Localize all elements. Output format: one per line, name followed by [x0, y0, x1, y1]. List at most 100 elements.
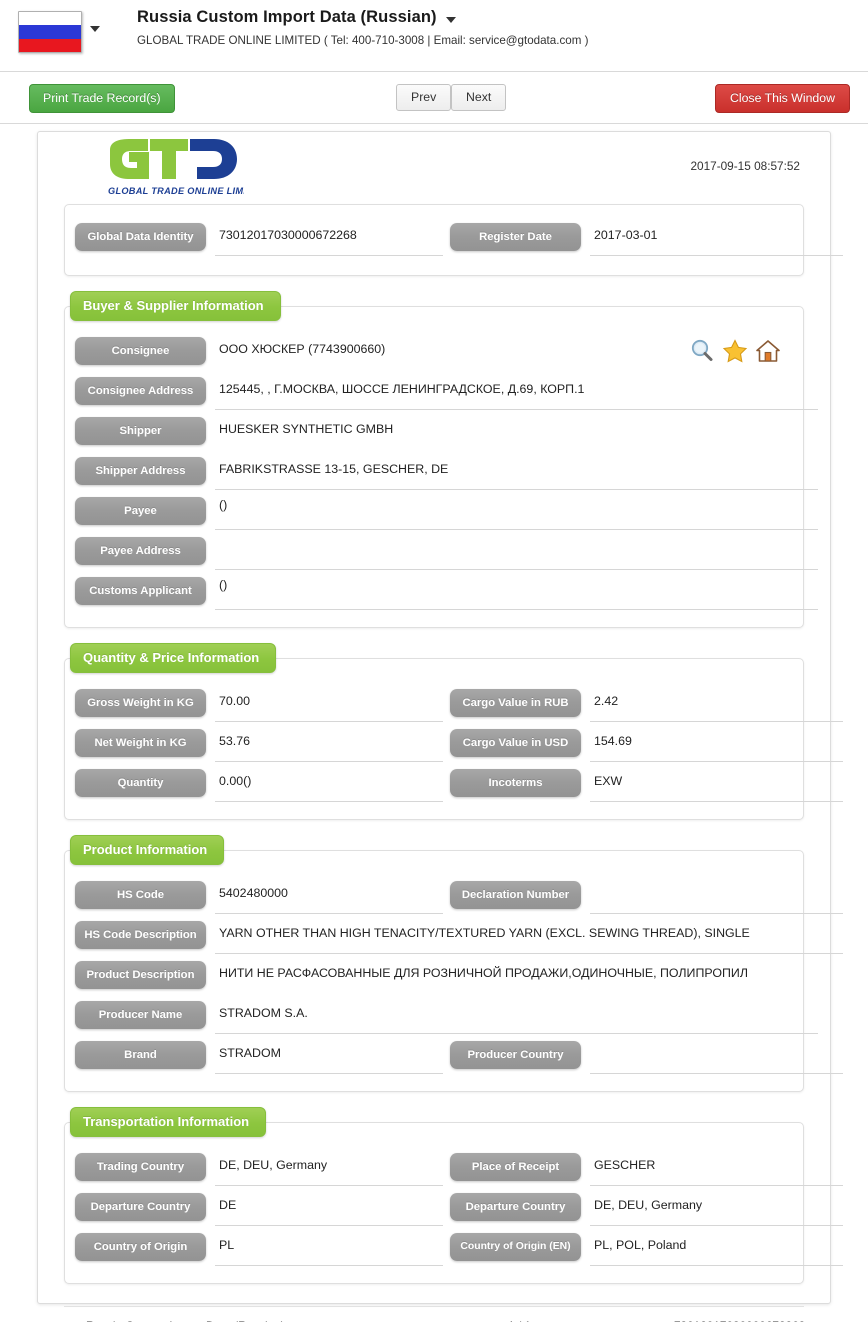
field-row-consignee: Consignee OOO ХЮСКЕР (7743900660)	[65, 333, 803, 373]
field-value: EXW	[590, 765, 843, 802]
field-label[interactable]: Shipper	[75, 417, 206, 445]
field-label[interactable]: Country of Origin	[75, 1233, 206, 1261]
field-label[interactable]: Declaration Number	[450, 881, 581, 909]
field-value: ()	[215, 493, 818, 530]
logo-tagline: GLOBAL TRADE ONLINE LIMITED	[108, 186, 244, 196]
field-label[interactable]: Trading Country	[75, 1153, 206, 1181]
field-label[interactable]: Quantity	[75, 769, 206, 797]
field-row-payee: Payee ()	[65, 493, 818, 533]
consignee-action-icons	[689, 338, 781, 364]
app-header: Russia Custom Import Data (Russian) GLOB…	[0, 0, 868, 72]
search-icon[interactable]	[689, 338, 715, 364]
field-value: 53.76	[215, 725, 443, 762]
field-value	[590, 1037, 843, 1074]
field-row-hs-code-description: HS Code Description YARN OTHER THAN HIGH…	[65, 917, 843, 957]
field-row-consignee-address: Consignee Address 125445, , Г.МОСКВА, ШО…	[65, 373, 818, 413]
print-trade-records-button[interactable]: Print Trade Record(s)	[29, 84, 175, 113]
field-label[interactable]: Departure Country	[75, 1193, 206, 1221]
field-label[interactable]: Net Weight in KG	[75, 729, 206, 757]
field-value: DE	[215, 1189, 443, 1226]
field-label[interactable]: Consignee	[75, 337, 206, 365]
field-label[interactable]: Incoterms	[450, 769, 581, 797]
russia-flag-icon	[18, 11, 82, 53]
field-value: FABRIKSTRASSE 13-15, GESCHER, DE	[215, 453, 818, 490]
field-value: STRADOM	[215, 1037, 443, 1074]
field-label[interactable]: Global Data Identity	[75, 223, 206, 251]
document-footer: Russia Custom Import Data (Russian) 1 / …	[64, 1306, 805, 1322]
field-row-customs-applicant: Customs Applicant ()	[65, 573, 818, 613]
field-row-net-weight: Net Weight in KG 53.76 Cargo Value in US…	[65, 725, 843, 765]
field-value	[590, 877, 843, 914]
page-root: Russia Custom Import Data (Russian) GLOB…	[0, 0, 868, 1322]
field-row-hs-code: HS Code 5402480000 Declaration Number	[65, 877, 843, 917]
field-label[interactable]: HS Code	[75, 881, 206, 909]
field-label[interactable]: Country of Origin (EN)	[450, 1233, 581, 1261]
field-label[interactable]: Product Description	[75, 961, 206, 989]
next-button[interactable]: Next	[451, 84, 507, 111]
field-value: 70.00	[215, 685, 443, 722]
section-title-transportation: Transportation Information	[70, 1107, 267, 1137]
prev-button[interactable]: Prev	[396, 84, 452, 111]
field-row-product-description: Product Description НИТИ НЕ РАСФАСОВАННЫ…	[65, 957, 803, 997]
field-value: 154.69	[590, 725, 843, 762]
field-value: 2.42	[590, 685, 843, 722]
product-panel: Product Information HS Code 5402480000 D…	[64, 835, 843, 1092]
close-window-button[interactable]: Close This Window	[714, 84, 850, 113]
title-chevron-down-icon[interactable]	[445, 16, 456, 23]
field-row-producer-name: Producer Name STRADOM S.A.	[65, 997, 818, 1037]
field-value: ()	[215, 573, 818, 610]
trade-record-sheet: GLOBAL TRADE ONLINE LIMITED 2017-09-15 0…	[37, 131, 843, 1322]
gto-logo: GLOBAL TRADE ONLINE LIMITED	[104, 138, 244, 200]
country-flag-selector[interactable]	[18, 11, 82, 55]
field-label[interactable]: Register Date	[450, 223, 581, 251]
document-timestamp: 2017-09-15 08:57:52	[690, 159, 800, 173]
field-label[interactable]: Cargo Value in RUB	[450, 689, 581, 717]
field-label[interactable]: Shipper Address	[75, 457, 206, 485]
field-row-shipper-address: Shipper Address FABRIKSTRASSE 13-15, GES…	[65, 453, 818, 493]
toolbar: Print Trade Record(s) Prev Next Close Th…	[0, 73, 868, 124]
home-icon[interactable]	[755, 338, 781, 364]
field-value: DE, DEU, Germany	[590, 1189, 843, 1226]
section-title-buyer-supplier: Buyer & Supplier Information	[70, 291, 281, 321]
identity-row: Global Data Identity 7301201703000067226…	[65, 219, 843, 259]
field-value: HUESKER SYNTHETIC GMBH	[219, 422, 394, 436]
field-label[interactable]: Consignee Address	[75, 377, 206, 405]
field-row-payee-address: Payee Address	[65, 533, 818, 573]
field-row-country-of-origin: Country of Origin PL Country of Origin (…	[65, 1229, 843, 1269]
field-value: GESCHER	[590, 1149, 843, 1186]
field-value: PL	[215, 1229, 443, 1266]
field-label[interactable]: Producer Name	[75, 1001, 206, 1029]
quantity-price-panel: Quantity & Price Information Gross Weigh…	[64, 643, 843, 820]
field-label[interactable]: Producer Country	[450, 1041, 581, 1069]
field-value: 2017-03-01	[590, 219, 843, 256]
field-row-departure-country: Departure Country DE Departure Country D…	[65, 1189, 843, 1229]
chevron-down-icon[interactable]	[90, 26, 100, 32]
field-value: YARN OTHER THAN HIGH TENACITY/TEXTURED Y…	[215, 917, 843, 954]
field-label[interactable]: Payee	[75, 497, 206, 525]
field-value: 73012017030000672268	[215, 219, 443, 256]
field-value: 0.00()	[215, 765, 443, 802]
field-label[interactable]: HS Code Description	[75, 921, 206, 949]
field-label[interactable]: Payee Address	[75, 537, 206, 565]
field-label[interactable]: Gross Weight in KG	[75, 689, 206, 717]
field-label[interactable]: Cargo Value in USD	[450, 729, 581, 757]
field-label[interactable]: Departure Country	[450, 1193, 581, 1221]
star-icon[interactable]	[722, 338, 748, 364]
field-value: STRADOM S.A.	[215, 997, 818, 1034]
field-value: 125445, , Г.МОСКВА, ШОССЕ ЛЕНИНГРАДСКОЕ,…	[215, 373, 818, 410]
field-label[interactable]: Customs Applicant	[75, 577, 206, 605]
field-value: НИТИ НЕ РАСФАСОВАННЫЕ ДЛЯ РОЗНИЧНОЙ ПРОД…	[219, 966, 748, 980]
transportation-panel: Transportation Information Trading Count…	[64, 1107, 843, 1284]
section-title-quantity-price: Quantity & Price Information	[70, 643, 277, 673]
field-row-brand: Brand STRADOM Producer Country	[65, 1037, 843, 1077]
field-row-quantity: Quantity 0.00() Incoterms EXW	[65, 765, 843, 805]
field-value: PL, POL, Poland	[590, 1229, 843, 1266]
company-contact-line: GLOBAL TRADE ONLINE LIMITED ( Tel: 400-7…	[137, 34, 589, 47]
page-title: Russia Custom Import Data (Russian)	[137, 8, 437, 26]
field-label[interactable]: Brand	[75, 1041, 206, 1069]
identity-panel: Global Data Identity 7301201703000067226…	[64, 204, 843, 276]
field-label[interactable]: Place of Receipt	[450, 1153, 581, 1181]
buyer-supplier-panel: Buyer & Supplier Information Consignee O…	[64, 291, 818, 628]
document-header: GLOBAL TRADE ONLINE LIMITED 2017-09-15 0…	[38, 132, 830, 204]
field-value	[215, 533, 818, 570]
